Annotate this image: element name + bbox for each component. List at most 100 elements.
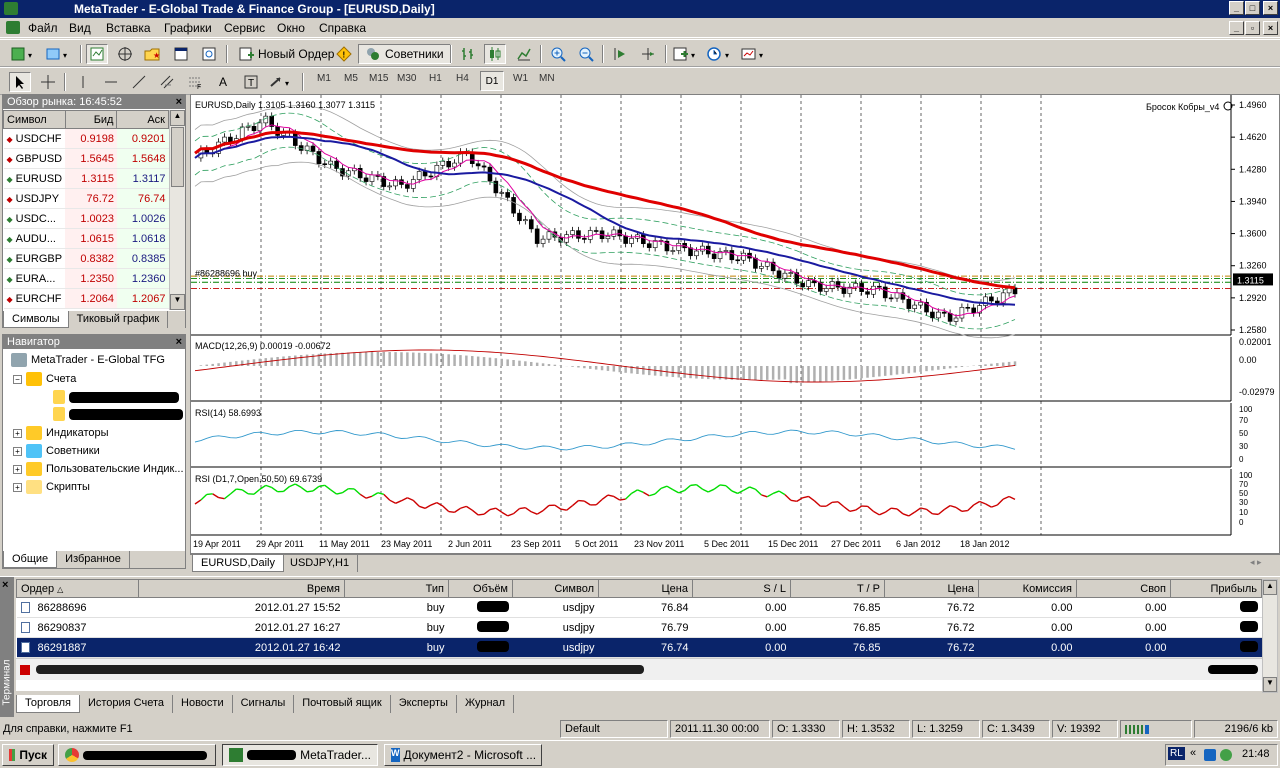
col-order[interactable]: Ордер △ (16, 579, 139, 598)
market-watch-scrollbar[interactable]: ▲ ▼ (169, 110, 185, 310)
balance-row[interactable] (16, 658, 1262, 680)
status-tray-icon[interactable] (1220, 749, 1232, 761)
chart-tab-eurusd[interactable]: EURUSD,Daily (192, 555, 284, 572)
expand-icon[interactable]: + (13, 428, 22, 438)
timeframe-m5[interactable]: M5 (344, 73, 358, 84)
nav-indicators[interactable]: + Индикаторы (13, 426, 109, 440)
taskbar-metatrader[interactable]: MetaTrader... (222, 744, 378, 766)
periods-icon[interactable]: ▾ (706, 44, 734, 64)
col-price[interactable]: Цена (598, 579, 693, 598)
symbol-cell[interactable]: ◆ EURA... (3, 268, 66, 289)
language-indicator[interactable]: RL (1168, 747, 1185, 760)
col-cur-price[interactable]: Цена (884, 579, 979, 598)
market-watch-row[interactable]: ◆ USDC... 1.0023 1.0026 (3, 208, 169, 229)
tray-expand-icon[interactable]: « (1190, 747, 1196, 759)
tab-common[interactable]: Общие (3, 551, 58, 568)
market-watch-row[interactable]: ◆ USDJPY 76.72 76.74 (3, 188, 169, 209)
tab-journal[interactable]: Журнал (457, 695, 515, 713)
market-watch-row[interactable]: ◆ AUDU... 1.0615 1.0618 (3, 228, 169, 249)
tab-news[interactable]: Новости (173, 695, 233, 713)
profiles-icon[interactable]: ▾ (45, 44, 71, 64)
timeframe-mn[interactable]: MN (539, 73, 555, 84)
close-icon[interactable]: × (2, 579, 8, 591)
arrows-icon[interactable]: ▾ (268, 72, 294, 92)
market-watch-row[interactable]: ◆ EURA... 1.2350 1.2360 (3, 268, 169, 289)
col-ask[interactable]: Аск (116, 110, 169, 129)
terminal-scrollbar[interactable]: ▲ ▼ (1262, 579, 1278, 693)
col-symbol[interactable]: Символ (512, 579, 599, 598)
autoscroll-icon[interactable] (609, 44, 631, 64)
market-watch-row[interactable]: ◆ EURUSD 1.3115 1.3117 (3, 168, 169, 189)
nav-root[interactable]: MetaTrader - E-Global TFG (11, 353, 165, 367)
tab-trade[interactable]: Торговля (16, 695, 80, 713)
line-chart-icon[interactable] (513, 44, 535, 64)
menu-tools[interactable]: Сервис (224, 21, 265, 35)
trade-row[interactable]: 86288696 2012.01.27 15:52 buy usdjpy 76.… (16, 597, 1262, 618)
symbol-cell[interactable]: ◆ USDJPY (3, 188, 66, 209)
tab-experts[interactable]: Эксперты (391, 695, 457, 713)
chart-shift-icon[interactable] (637, 44, 659, 64)
indicators-icon[interactable]: ▾ (672, 44, 700, 64)
market-watch-row[interactable]: ◆ GBPUSD 1.5645 1.5648 (3, 148, 169, 169)
nav-scripts[interactable]: + Скрипты (13, 480, 90, 494)
nav-account-1[interactable] (53, 390, 179, 404)
symbol-cell[interactable]: ◆ EURGBP (3, 248, 66, 269)
market-watch-row[interactable]: ◆ USDCHF 0.9198 0.9201 (3, 128, 169, 149)
text-tool-icon[interactable]: A (212, 72, 234, 92)
nav-account-2[interactable] (53, 407, 183, 421)
candlestick-icon[interactable] (484, 44, 506, 64)
tab-symbols[interactable]: Символы (3, 311, 69, 328)
price-chart[interactable]: 1.4960 1.4620 1.4280 1.3940 1.3600 1.3260 1.29… (191, 95, 1279, 553)
col-bid[interactable]: Бид (64, 110, 118, 129)
col-swap[interactable]: Своп (1076, 579, 1171, 598)
market-watch-icon[interactable] (86, 44, 108, 64)
child-close-button[interactable]: × (1263, 21, 1278, 35)
cursor-icon[interactable] (9, 72, 31, 92)
symbol-cell[interactable]: ◆ AUDU... (3, 228, 66, 249)
maximize-button[interactable]: □ (1245, 1, 1260, 15)
close-icon[interactable]: × (176, 95, 182, 109)
tab-favorites[interactable]: Избранное (57, 551, 130, 568)
taskbar-chrome[interactable] (58, 744, 216, 766)
market-watch-row[interactable]: ◆ EURGBP 0.8382 0.8385 (3, 248, 169, 269)
new-order-button[interactable]: Новый Ордер (234, 44, 338, 64)
warning-icon[interactable]: ! (333, 44, 355, 64)
chart-tab-usdjpy[interactable]: USDJPY,H1 (282, 555, 359, 572)
collapse-icon[interactable]: − (13, 374, 22, 384)
symbol-cell[interactable]: ◆ USDC... (3, 208, 66, 229)
symbol-cell[interactable]: ◆ USDCHF (3, 128, 66, 149)
zoom-in-icon[interactable] (547, 44, 569, 64)
text-label-icon[interactable]: T (240, 72, 262, 92)
trade-row[interactable]: 86291887 2012.01.27 16:42 buy usdjpy 76.… (16, 637, 1262, 658)
vertical-line-icon[interactable] (72, 72, 94, 92)
nav-experts[interactable]: + Советники (13, 444, 100, 458)
zoom-out-icon[interactable] (575, 44, 597, 64)
child-minimize-button[interactable]: _ (1229, 21, 1244, 35)
timeframe-w1[interactable]: W1 (513, 73, 528, 84)
timeframe-h4[interactable]: H4 (456, 73, 469, 84)
experts-button[interactable]: Советники (358, 44, 451, 64)
minimize-button[interactable]: _ (1229, 1, 1244, 15)
start-button[interactable]: Пуск (2, 744, 54, 766)
menu-file[interactable]: Файл (28, 21, 58, 35)
tab-mailbox[interactable]: Почтовый ящик (294, 695, 391, 713)
navigator-icon[interactable]: ★ (141, 44, 163, 64)
chart-window[interactable]: 1.4960 1.4620 1.4280 1.3940 1.3600 1.3260 1.29… (190, 94, 1280, 554)
menu-insert[interactable]: Вставка (106, 21, 151, 35)
expand-icon[interactable]: + (13, 464, 22, 474)
col-tp[interactable]: T / P (790, 579, 885, 598)
close-button[interactable]: × (1263, 1, 1278, 15)
menu-charts[interactable]: Графики (164, 21, 212, 35)
trendline-icon[interactable] (128, 72, 150, 92)
symbol-cell[interactable]: ◆ GBPUSD (3, 148, 66, 169)
market-watch-row[interactable]: ◆ EURCHF 1.2064 1.2067 (3, 288, 169, 309)
expand-icon[interactable]: + (13, 446, 22, 456)
status-profile[interactable]: Default (560, 720, 668, 738)
timeframe-m15[interactable]: M15 (369, 73, 388, 84)
col-type[interactable]: Тип (344, 579, 449, 598)
nav-custom-indicators[interactable]: + Пользовательские Индик... (13, 462, 184, 476)
col-time[interactable]: Время (138, 579, 345, 598)
chart-tab-scroll[interactable]: ◂ ▸ (1250, 557, 1262, 568)
close-icon[interactable]: × (176, 335, 182, 349)
bar-chart-icon[interactable] (457, 44, 479, 64)
